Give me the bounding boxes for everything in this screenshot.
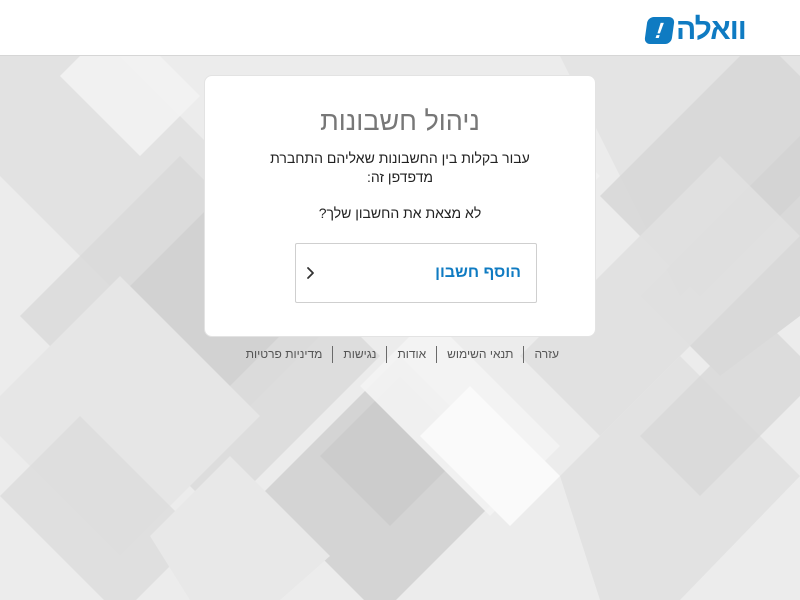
add-account-label: הוסף חשבון	[435, 264, 521, 281]
footer-link-accessibility[interactable]: נגישות	[333, 347, 386, 361]
footer-link-about[interactable]: אודות	[387, 347, 436, 361]
logo-mark-text: !	[654, 17, 665, 42]
account-not-found-question: לא מצאת את החשבון שלך?	[318, 205, 482, 221]
add-account-button[interactable]: הוסף חשבון	[295, 243, 537, 303]
footer-separator	[523, 345, 525, 363]
page-title: ניהול חשבונות	[320, 106, 480, 136]
footer-separator	[436, 345, 438, 363]
logo-exclamation-mark: !	[644, 16, 675, 44]
footer-separator	[386, 345, 388, 363]
card-description-line-1: עבור בקלות בין החשבונות שאליהם התחברת	[270, 150, 530, 166]
logo-text: וואלה	[676, 13, 747, 46]
card-description: עבור בקלות בין החשבונות שאליהם התחברת מד…	[265, 149, 535, 187]
account-management-card: ניהול חשבונות עבור בקלות בין החשבונות שא…	[204, 75, 596, 337]
chevron-left-icon	[307, 267, 314, 279]
walla-logo[interactable]: ! וואלה	[644, 13, 766, 46]
footer-link-privacy[interactable]: מדיניות פרטיות	[246, 347, 333, 361]
footer-link-help[interactable]: עזרה	[524, 347, 559, 361]
card-description-line-2: מדפדפן זה:	[367, 169, 433, 185]
footer-links: עזרה תנאי השימוש אודות נגישות מדיניות פר…	[246, 345, 559, 363]
footer-link-terms[interactable]: תנאי השימוש	[437, 347, 523, 361]
footer-separator	[332, 345, 334, 363]
site-header: ! וואלה	[0, 0, 800, 56]
